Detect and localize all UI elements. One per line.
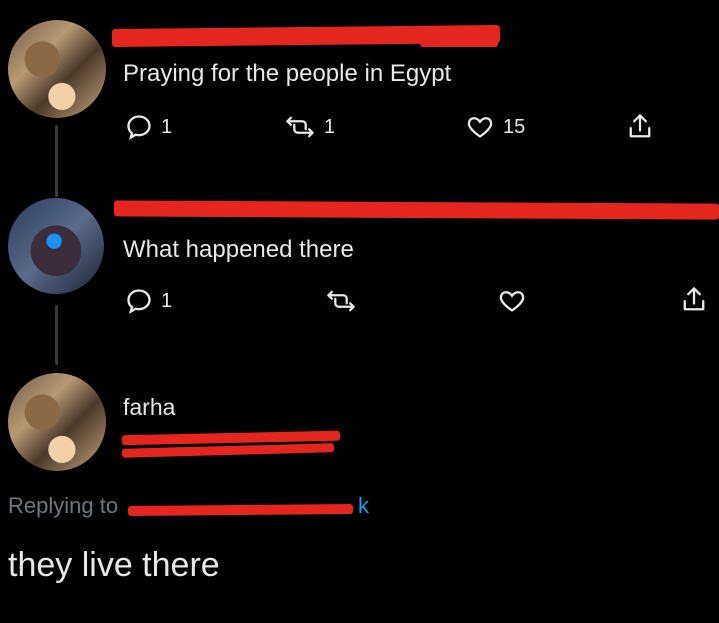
replying-to-label: Replying to xyxy=(8,493,119,518)
like-button[interactable]: 15 xyxy=(465,113,525,141)
redacted-mention xyxy=(127,504,354,516)
mention-tail[interactable]: k xyxy=(358,493,369,519)
redacted-handle xyxy=(121,443,335,458)
thread-line xyxy=(55,305,58,365)
retweet-button[interactable]: 1 xyxy=(284,113,335,141)
share-button[interactable] xyxy=(680,285,708,315)
reply-count: 1 xyxy=(161,115,173,138)
thread-line xyxy=(55,125,58,197)
heart-icon xyxy=(467,117,493,138)
tweet-text: What happened there xyxy=(123,236,354,263)
reply-button[interactable]: 1 xyxy=(125,287,172,315)
redacted-username xyxy=(113,200,719,220)
retweet-icon xyxy=(327,290,355,312)
reply-icon xyxy=(127,115,151,140)
retweet-button[interactable] xyxy=(325,287,357,315)
like-count: 15 xyxy=(503,115,526,138)
display-name[interactable]: farha xyxy=(123,394,175,421)
reply-button[interactable]: 1 xyxy=(125,113,172,141)
avatar[interactable] xyxy=(8,198,104,294)
like-button[interactable] xyxy=(497,287,527,315)
heart-icon xyxy=(499,291,525,312)
redacted-handle xyxy=(420,39,498,47)
avatar[interactable] xyxy=(8,20,106,118)
avatar[interactable] xyxy=(8,373,106,471)
tweet-text: Praying for the people in Egypt xyxy=(123,60,452,87)
share-icon xyxy=(683,287,705,311)
share-icon xyxy=(629,114,651,138)
reply-icon xyxy=(127,289,151,314)
retweet-icon xyxy=(286,116,314,138)
reply-text: they live there xyxy=(8,546,220,584)
share-button[interactable] xyxy=(626,112,654,142)
retweet-count: 1 xyxy=(324,115,336,138)
reply-count: 1 xyxy=(161,289,173,312)
replying-to: Replying to k xyxy=(8,493,369,519)
